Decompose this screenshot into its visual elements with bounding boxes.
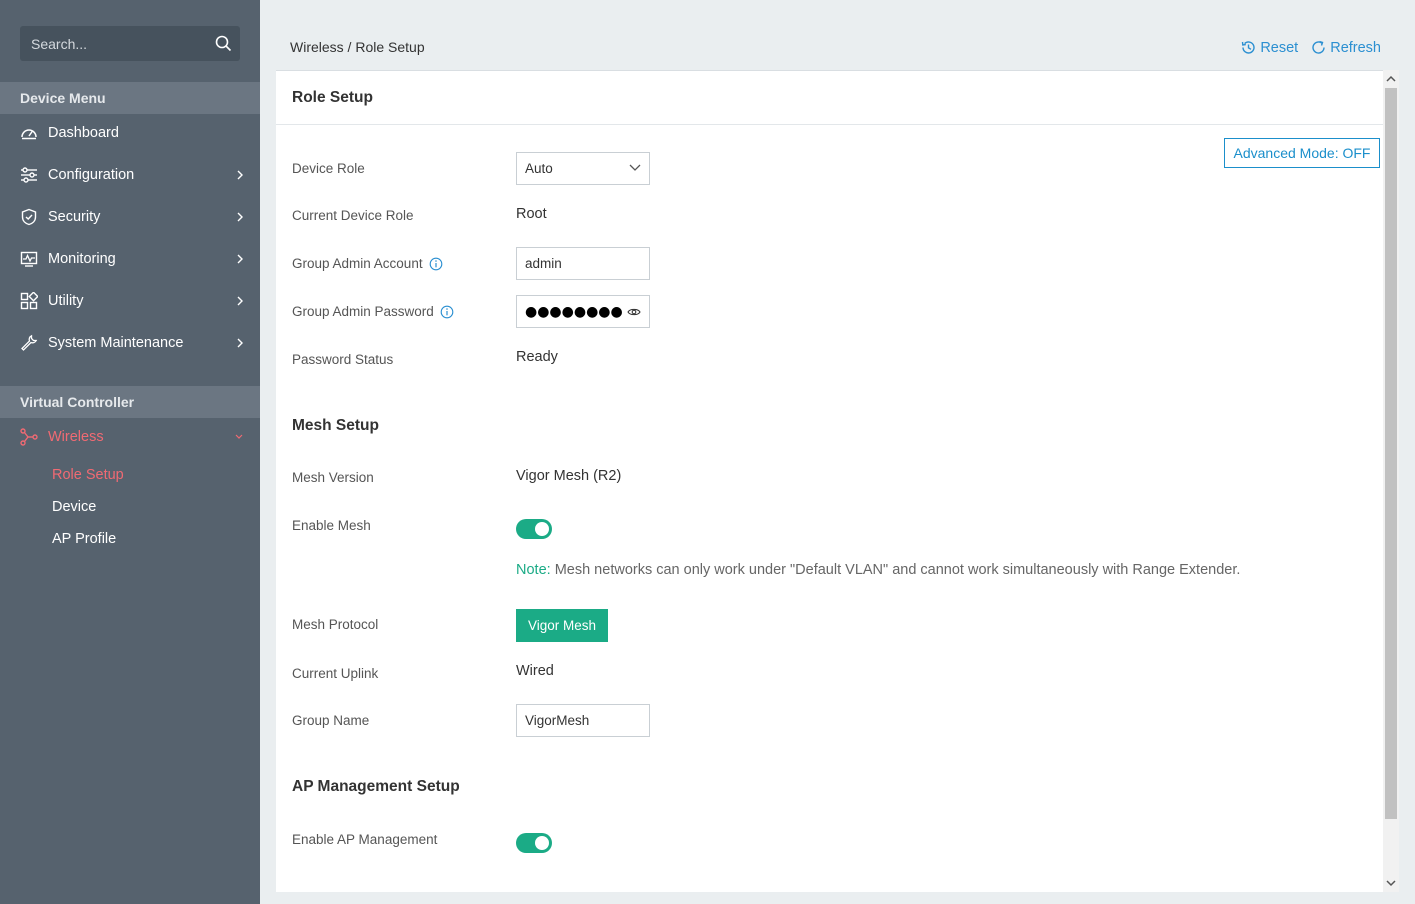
sidebar-item-label: Security: [48, 209, 101, 225]
ap-management-title: AP Management Setup: [292, 778, 460, 795]
scroll-thumb[interactable]: [1385, 88, 1397, 819]
mesh-setup-title: Mesh Setup: [292, 417, 379, 434]
current-device-role-value: Root: [516, 206, 547, 222]
sidebar-item-system-maintenance[interactable]: System Maintenance: [0, 323, 260, 363]
label-text: Password Status: [292, 352, 394, 367]
sidebar-item-utility[interactable]: Utility: [0, 281, 260, 321]
group-admin-password-field[interactable]: [516, 295, 650, 328]
mesh-version-value: Vigor Mesh (R2): [516, 468, 622, 484]
sidebar: Device Menu Dashboard Configuration Secu…: [0, 0, 260, 904]
reset-button[interactable]: Reset: [1240, 39, 1298, 56]
sidebar-subitem-role-setup[interactable]: Role Setup: [52, 467, 124, 483]
label-text: Group Admin Password: [292, 304, 434, 319]
advanced-mode-button[interactable]: Advanced Mode: OFF: [1224, 138, 1380, 168]
sidebar-item-security[interactable]: Security: [0, 197, 260, 237]
label-text: Device Role: [292, 161, 365, 176]
wrench-icon: [21, 334, 38, 351]
group-admin-account-input[interactable]: [516, 247, 650, 280]
label-text: Enable Mesh: [292, 518, 371, 533]
reset-label: Reset: [1260, 39, 1299, 56]
group-name-input[interactable]: [516, 704, 650, 737]
group-admin-account-label: Group Admin Account: [292, 256, 443, 271]
device-role-value: Auto: [525, 161, 553, 176]
group-name-label: Group Name: [292, 713, 369, 728]
panel-scrollbar[interactable]: [1383, 70, 1399, 892]
label-text: Current Uplink: [292, 666, 379, 681]
sidebar-item-wireless[interactable]: Wireless: [0, 417, 260, 457]
top-actions: Reset Refresh: [1240, 39, 1381, 56]
current-device-role-label: Current Device Role: [292, 208, 414, 223]
enable-ap-management-toggle[interactable]: [516, 833, 552, 853]
note-label: Note:: [516, 562, 551, 578]
refresh-label: Refresh: [1330, 39, 1381, 56]
sidebar-item-label: System Maintenance: [48, 335, 184, 351]
sidebar-item-label: Dashboard: [48, 125, 119, 141]
chevron-right-icon: [237, 296, 243, 306]
dashboard-icon: [21, 129, 37, 140]
chevron-right-icon: [237, 212, 243, 222]
sidebar-item-label: Monitoring: [48, 251, 116, 267]
eye-icon[interactable]: [627, 306, 641, 318]
sidebar-item-configuration[interactable]: Configuration: [0, 155, 260, 195]
scroll-up-icon[interactable]: [1386, 75, 1396, 83]
divider: [276, 124, 1383, 125]
monitor-icon: [20, 251, 38, 267]
sidebar-item-label: Utility: [48, 293, 84, 309]
refresh-button[interactable]: Refresh: [1310, 39, 1381, 56]
toggle-knob: [535, 836, 549, 850]
password-status-label: Password Status: [292, 352, 393, 367]
group-admin-password-label: Group Admin Password: [292, 304, 454, 319]
sidebar-subitem-device[interactable]: Device: [52, 499, 96, 515]
enable-mesh-toggle[interactable]: [516, 519, 552, 539]
sidebar-item-monitoring[interactable]: Monitoring: [0, 239, 260, 279]
breadcrumb: Wireless / Role Setup: [290, 39, 425, 55]
current-uplink-label: Current Uplink: [292, 666, 378, 681]
device-menu-header: Device Menu: [0, 82, 260, 114]
device-role-label: Device Role: [292, 161, 365, 176]
mesh-protocol-button[interactable]: Vigor Mesh: [516, 609, 608, 642]
mesh-protocol-label: Mesh Protocol: [292, 617, 378, 632]
sidebar-subitem-ap-profile[interactable]: AP Profile: [52, 531, 116, 547]
shield-icon: [21, 208, 37, 226]
label-text: Mesh Protocol: [292, 617, 379, 632]
info-icon[interactable]: [429, 257, 443, 271]
search-input[interactable]: [20, 26, 210, 61]
chevron-down-icon: [235, 434, 243, 439]
current-uplink-value: Wired: [516, 663, 554, 679]
scroll-down-icon[interactable]: [1386, 879, 1396, 887]
chevron-down-icon: [629, 164, 641, 171]
enable-mesh-label: Enable Mesh: [292, 518, 371, 533]
label-text: Group Name: [292, 713, 370, 728]
sidebar-item-dashboard[interactable]: Dashboard: [0, 113, 260, 153]
mesh-version-label: Mesh Version: [292, 470, 374, 485]
toggle-knob: [535, 522, 549, 536]
refresh-icon: [1312, 40, 1325, 54]
chevron-right-icon: [237, 338, 243, 348]
info-icon[interactable]: [440, 305, 454, 319]
label-text: Enable AP Management: [292, 832, 438, 847]
network-icon: [20, 428, 38, 446]
grid-icon: [20, 292, 38, 310]
main-panel: Role Setup Advanced Mode: OFF Device Rol…: [276, 70, 1383, 892]
page-title: Role Setup: [292, 89, 373, 106]
enable-ap-management-label: Enable AP Management: [292, 832, 437, 847]
sidebar-item-label: Wireless: [48, 429, 104, 445]
history-icon: [1242, 41, 1256, 54]
sliders-icon: [21, 167, 37, 183]
virtual-controller-header: Virtual Controller: [0, 386, 260, 418]
chevron-right-icon: [237, 254, 243, 264]
password-status-value: Ready: [516, 349, 558, 365]
sidebar-item-label: Configuration: [48, 167, 135, 183]
label-text: Group Admin Account: [292, 256, 423, 271]
label-text: Mesh Version: [292, 470, 374, 485]
search-icon[interactable]: [215, 35, 232, 52]
label-text: Current Device Role: [292, 208, 414, 223]
device-role-select[interactable]: Auto: [516, 152, 650, 185]
search-box[interactable]: [20, 26, 240, 61]
note-text: Mesh networks can only work under "Defau…: [550, 562, 1241, 578]
chevron-right-icon: [237, 170, 243, 180]
group-admin-password-input[interactable]: [517, 296, 622, 327]
mesh-note: Note: Mesh networks can only work under …: [516, 562, 1240, 578]
